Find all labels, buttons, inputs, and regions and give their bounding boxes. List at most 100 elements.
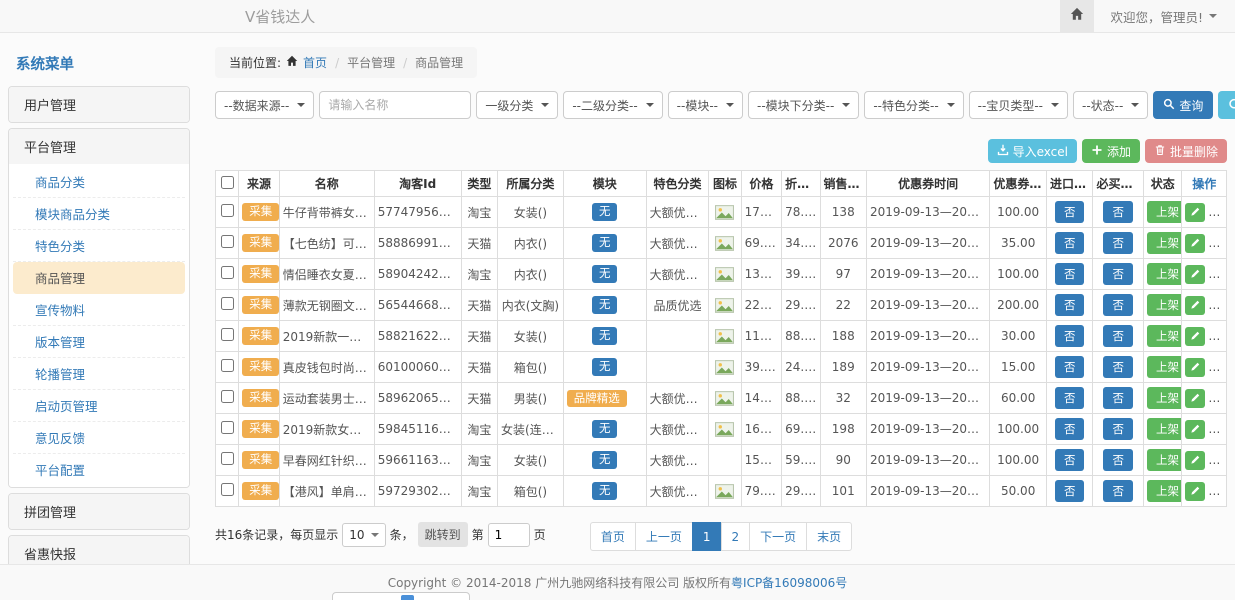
page-button[interactable]: 首页 (590, 522, 636, 551)
row-checkbox[interactable] (221, 297, 234, 310)
filter-select[interactable]: --二级分类-- (563, 91, 662, 119)
sidebar-group-header[interactable]: 用户管理 (9, 87, 189, 122)
table-body: 采集牛仔背带裤女秋装减龄...577479560965淘宝女装()无大额优惠券1… (216, 197, 1227, 507)
status-toggle[interactable]: 上架 (1147, 356, 1182, 378)
status-toggle[interactable]: 上架 (1147, 387, 1182, 409)
name-search-input[interactable] (319, 91, 471, 119)
jump-page-input[interactable] (488, 523, 530, 547)
sidebar-item[interactable]: 轮播管理 (13, 358, 185, 390)
edit-button[interactable] (1185, 358, 1205, 377)
page-button[interactable]: 1 (692, 522, 722, 551)
reset-button[interactable]: 重置 (1218, 91, 1235, 119)
must-buy-toggle[interactable]: 否 (1103, 356, 1133, 378)
import-select-toggle[interactable]: 否 (1055, 480, 1085, 502)
sidebar-item[interactable]: 启动页管理 (13, 390, 185, 422)
row-checkbox[interactable] (221, 204, 234, 217)
filter-select[interactable]: --模块下分类-- (748, 91, 859, 119)
filter-select[interactable]: --特色分类-- (864, 91, 963, 119)
home-button[interactable] (1060, 0, 1094, 32)
must-buy-toggle[interactable]: 否 (1103, 480, 1133, 502)
row-select-cell (216, 414, 239, 445)
add-button[interactable]: 添加 (1082, 139, 1140, 163)
import-select-toggle[interactable]: 否 (1055, 449, 1085, 471)
sidebar-item[interactable]: 特色分类 (13, 230, 185, 262)
icp-link[interactable]: 粤ICP备16098006号 (731, 574, 847, 591)
status-cell: 上架 (1144, 197, 1182, 228)
must-buy-toggle[interactable]: 否 (1103, 418, 1133, 440)
sidebar-group-header[interactable]: 平台管理 (9, 129, 189, 164)
edit-button[interactable] (1185, 203, 1205, 222)
user-menu[interactable]: 欢迎您，管理员! (1094, 7, 1235, 26)
edit-button[interactable] (1185, 420, 1205, 439)
status-toggle[interactable]: 上架 (1147, 325, 1182, 347)
row-checkbox[interactable] (221, 328, 234, 341)
sidebar-item[interactable]: 商品管理 (13, 262, 185, 294)
must-buy-toggle[interactable]: 否 (1103, 232, 1133, 254)
sidebar-item[interactable]: 意见反馈 (13, 422, 185, 454)
row-checkbox[interactable] (221, 390, 234, 403)
row-checkbox[interactable] (221, 452, 234, 465)
page-button[interactable]: 下一页 (749, 522, 807, 551)
status-toggle[interactable]: 上架 (1147, 201, 1182, 223)
edit-button[interactable] (1185, 389, 1205, 408)
must-buy-toggle[interactable]: 否 (1103, 449, 1133, 471)
import-select-toggle[interactable]: 否 (1055, 263, 1085, 285)
row-checkbox[interactable] (221, 266, 234, 279)
select-all-checkbox[interactable] (221, 176, 234, 189)
sidebar-item[interactable]: 宣传物料 (13, 294, 185, 326)
page-button[interactable]: 末页 (806, 522, 852, 551)
breadcrumb-home-link[interactable]: 首页 (303, 54, 327, 71)
import-select-toggle[interactable]: 否 (1055, 418, 1085, 440)
status-toggle[interactable]: 上架 (1147, 232, 1182, 254)
status-toggle[interactable]: 上架 (1147, 480, 1182, 502)
must-buy-toggle[interactable]: 否 (1103, 325, 1133, 347)
import-select-toggle[interactable]: 否 (1055, 356, 1085, 378)
edit-button[interactable] (1185, 234, 1205, 253)
filter-select[interactable]: 一级分类 (476, 91, 558, 119)
row-checkbox[interactable] (221, 359, 234, 372)
row-checkbox[interactable] (221, 235, 234, 248)
filter-select[interactable]: --状态-- (1073, 91, 1148, 119)
edit-button[interactable] (1185, 296, 1205, 315)
import-excel-button[interactable]: 导入excel (988, 139, 1077, 163)
must-buy-toggle[interactable]: 否 (1103, 263, 1133, 285)
import-select-toggle[interactable]: 否 (1055, 387, 1085, 409)
sidebar-item[interactable]: 模块商品分类 (13, 198, 185, 230)
edit-button[interactable] (1185, 265, 1205, 284)
import-select-toggle[interactable]: 否 (1055, 232, 1085, 254)
search-button[interactable]: 查询 (1153, 91, 1213, 119)
table-row: 采集运动套装男士卫衣初秋...589620659791天猫男装()品牌精选爱上运… (216, 383, 1227, 414)
sidebar-group-header[interactable]: 拼团管理 (9, 494, 189, 529)
page-button[interactable]: 上一页 (635, 522, 693, 551)
page-size-select[interactable]: 10 (342, 523, 385, 547)
edit-button[interactable] (1185, 327, 1205, 346)
jump-button[interactable]: 跳转到 (418, 522, 468, 547)
import-select-toggle[interactable]: 否 (1055, 294, 1085, 316)
filter-select[interactable]: --数据来源-- (215, 91, 314, 119)
price-cell: 169.90 (741, 414, 781, 445)
status-toggle[interactable]: 上架 (1147, 418, 1182, 440)
edit-button[interactable] (1185, 482, 1205, 501)
edit-icon (1190, 422, 1201, 437)
filter-select[interactable]: --宝贝类型-- (969, 91, 1068, 119)
must-buy-toggle[interactable]: 否 (1103, 201, 1133, 223)
must-buy-toggle[interactable]: 否 (1103, 387, 1133, 409)
sidebar-item[interactable]: 商品分类 (13, 166, 185, 198)
records-summary: 共16条记录，每页显示 (215, 526, 338, 543)
sidebar-item[interactable]: 平台配置 (13, 454, 185, 485)
module-badge: 无 (592, 420, 618, 438)
edit-button[interactable] (1185, 451, 1205, 470)
sidebar-item[interactable]: 版本管理 (13, 326, 185, 358)
filter-select[interactable]: --模块-- (668, 91, 743, 119)
import-select-toggle[interactable]: 否 (1055, 201, 1085, 223)
import-select-toggle[interactable]: 否 (1055, 325, 1085, 347)
batch-delete-button[interactable]: 批量删除 (1145, 139, 1227, 163)
status-toggle[interactable]: 上架 (1147, 263, 1182, 285)
status-toggle[interactable]: 上架 (1147, 294, 1182, 316)
row-checkbox[interactable] (221, 421, 234, 434)
row-checkbox[interactable] (221, 483, 234, 496)
module-cell: 无 (563, 352, 646, 383)
page-button[interactable]: 2 (721, 522, 751, 551)
status-toggle[interactable]: 上架 (1147, 449, 1182, 471)
must-buy-toggle[interactable]: 否 (1103, 294, 1133, 316)
